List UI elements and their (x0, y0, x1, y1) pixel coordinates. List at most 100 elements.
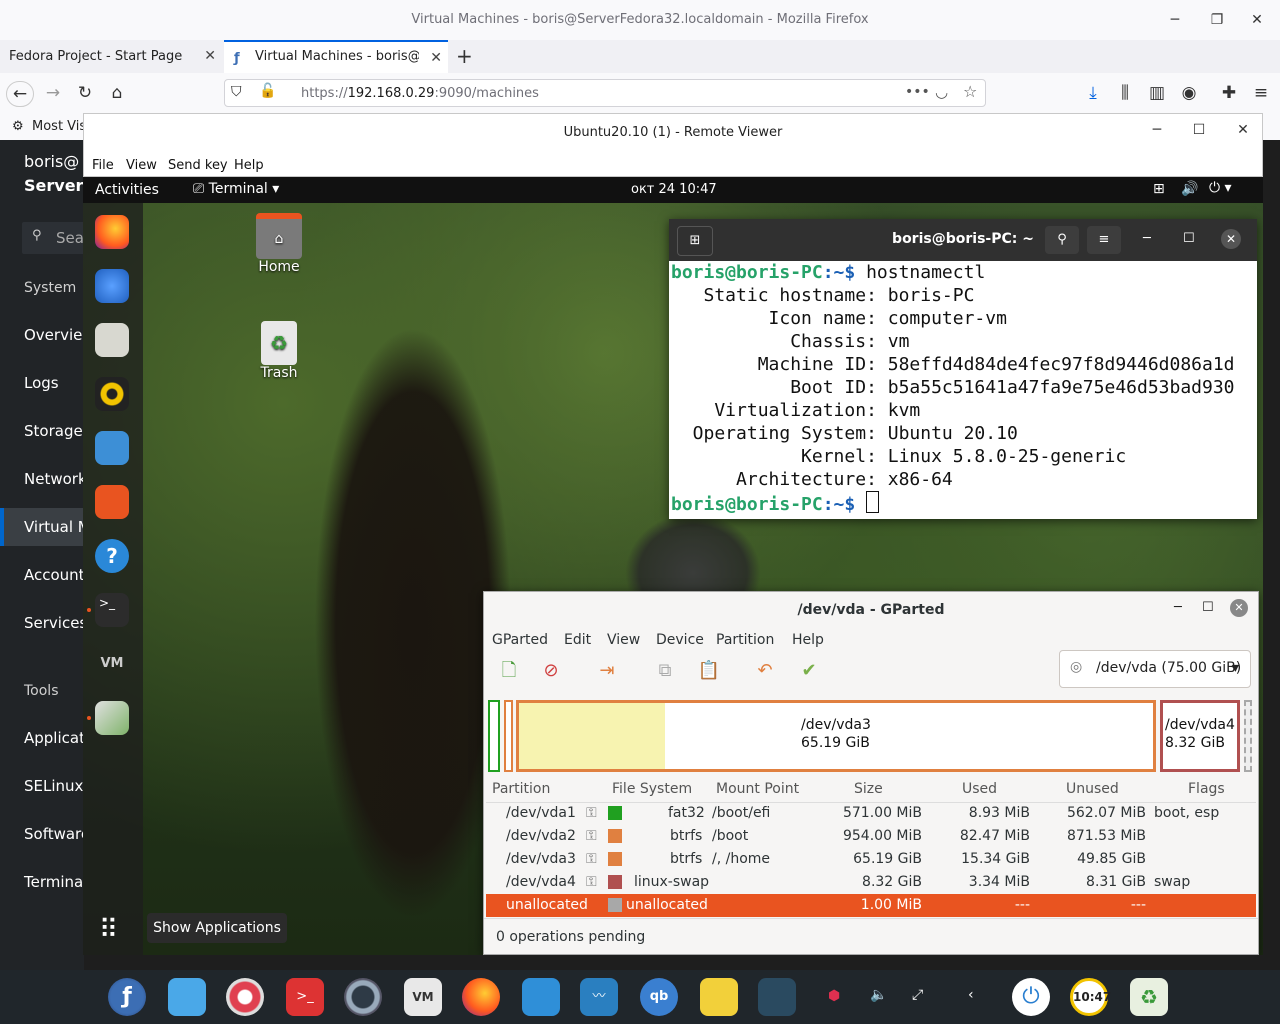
table-row[interactable]: /dev/vda2 ⚿ btrfs /boot 954.00 MiB 82.47… (486, 825, 1256, 848)
downloads-icon[interactable]: ⤓ (1080, 81, 1106, 105)
fedora-menu-icon[interactable]: ƒ (108, 978, 146, 1016)
bookmark-most-visited[interactable]: Most Visi (32, 119, 90, 134)
qbittorrent-icon[interactable]: qb (640, 978, 678, 1016)
activities-button[interactable]: Activities (95, 182, 159, 198)
device-selector[interactable]: ◎ /dev/vda (75.00 GiB) ▾ (1059, 650, 1251, 688)
tray-package-icon[interactable]: ⬢ (828, 988, 840, 1004)
tray-network-icon[interactable]: ⤢ (912, 987, 923, 1003)
nav-networking[interactable]: Network (24, 470, 84, 488)
settings-icon[interactable] (226, 978, 264, 1016)
maximize-icon[interactable]: ☐ (1183, 231, 1195, 246)
new-partition-icon[interactable]: 🗋 (496, 658, 522, 684)
nav-applications[interactable]: Applicat (24, 729, 84, 747)
maximize-icon[interactable]: ❐ (1206, 10, 1228, 30)
bar-unallocated[interactable] (1244, 700, 1252, 772)
menu-help[interactable]: Help (792, 632, 824, 648)
terminal-icon[interactable]: >_ (286, 978, 324, 1016)
vmware-icon[interactable]: VM (404, 978, 442, 1016)
bar-vda1[interactable] (488, 700, 500, 772)
system-monitor-icon[interactable]: 〰 (580, 978, 618, 1016)
nav-logs[interactable]: Logs (24, 374, 59, 392)
pocket-icon[interactable]: ◡ (935, 83, 948, 101)
virt-manager-icon[interactable] (344, 978, 382, 1016)
tab-fedora-start[interactable]: Fedora Project - Start Page ✕ (0, 40, 222, 73)
files-icon[interactable] (95, 323, 129, 357)
libreoffice-writer-icon[interactable] (95, 431, 129, 465)
notes-icon[interactable] (522, 978, 560, 1016)
terminal-app-menu[interactable]: ⎚ Terminal ▾ (193, 181, 279, 197)
firefox-icon[interactable] (95, 215, 129, 249)
nav-software-updates[interactable]: Software (24, 825, 84, 843)
terminal-icon[interactable]: >_ (95, 593, 129, 627)
menu-icon[interactable]: ≡ (1248, 81, 1274, 105)
col-flags[interactable]: Flags (1188, 781, 1225, 797)
minimize-icon[interactable]: ─ (1164, 10, 1186, 30)
desktop-home[interactable]: ⌂ Home (239, 213, 319, 275)
ubuntu-software-icon[interactable] (95, 485, 129, 519)
extensions-icon[interactable]: ✚ (1216, 81, 1242, 105)
apply-icon[interactable]: ✔ (796, 658, 822, 684)
desktop-trash[interactable]: ♻ Trash (239, 321, 319, 381)
nav-terminal[interactable]: Terminal (24, 873, 84, 891)
gparted-icon[interactable] (95, 701, 129, 735)
trash-icon[interactable]: ♻ (1130, 978, 1168, 1016)
close-icon[interactable]: ✕ (1232, 120, 1254, 140)
tray-volume-icon[interactable]: 🔈 (870, 987, 887, 1003)
tab-virtual-machines[interactable]: ƒ Virtual Machines - boris@Ser ✕ (224, 40, 448, 73)
search-icon[interactable]: ⚲ (1045, 226, 1079, 254)
maximize-icon[interactable]: ☐ (1202, 600, 1214, 615)
nav-accounts[interactable]: Account (24, 566, 84, 584)
tab-close-icon[interactable]: ✕ (430, 42, 442, 75)
file-manager-icon[interactable] (168, 978, 206, 1016)
delete-icon[interactable]: ⊘ (538, 658, 564, 684)
power-icon[interactable]: ⏻ ▾ (1209, 180, 1232, 196)
volume-icon[interactable]: 🔊 (1181, 181, 1198, 197)
account-icon[interactable]: ◉ (1176, 81, 1202, 105)
table-row[interactable]: /dev/vda1 ⚿ fat32 /boot/efi 571.00 MiB 8… (486, 802, 1256, 825)
col-used[interactable]: Used (962, 781, 997, 797)
menu-view[interactable]: View (126, 158, 157, 173)
minimize-icon[interactable]: ─ (1146, 120, 1168, 140)
tray-expand-icon[interactable]: ‹ (968, 987, 974, 1003)
power-icon[interactable]: ⏻ (1012, 978, 1050, 1016)
undo-icon[interactable]: ↶ (752, 658, 778, 684)
text-editor-icon[interactable] (700, 978, 738, 1016)
cockpit-host[interactable]: ServerF (24, 176, 84, 195)
back-icon[interactable]: ← (6, 81, 34, 107)
library-icon[interactable]: ⫼ (1112, 81, 1138, 105)
col-partition[interactable]: Partition (492, 781, 550, 797)
paste-icon[interactable]: 📋 (696, 658, 722, 684)
nav-services[interactable]: Services (24, 614, 84, 632)
minimize-icon[interactable]: ─ (1174, 600, 1182, 615)
clock[interactable]: окт 24 10:47 (631, 182, 717, 197)
copy-icon[interactable]: ⧉ (652, 658, 678, 684)
maximize-icon[interactable]: ☐ (1188, 120, 1210, 140)
page-actions-icon[interactable]: ••• (905, 84, 930, 100)
sidebar-icon[interactable]: ▥ (1144, 81, 1170, 105)
menu-edit[interactable]: Edit (564, 632, 591, 648)
menu-help[interactable]: Help (234, 158, 264, 173)
tab-close-icon[interactable]: ✕ (204, 40, 216, 73)
menu-gparted[interactable]: GParted (492, 632, 548, 648)
terminal-output[interactable]: boris@boris-PC:~$ hostnamectl Static hos… (671, 261, 1235, 516)
clock-icon[interactable]: 10:47 (1070, 978, 1111, 1016)
close-icon[interactable]: ✕ (1246, 10, 1268, 30)
reload-icon[interactable]: ↻ (72, 81, 98, 105)
hamburger-menu-icon[interactable]: ≡ (1087, 226, 1121, 254)
remote-viewer-icon[interactable] (758, 978, 796, 1016)
help-icon[interactable]: ? (95, 539, 129, 573)
nav-virtual-machines[interactable]: Virtual M (24, 518, 84, 536)
nav-selinux[interactable]: SELinux (24, 777, 83, 795)
menu-file[interactable]: File (92, 158, 114, 173)
nav-storage[interactable]: Storage (24, 422, 83, 440)
firefox-icon[interactable] (462, 978, 500, 1016)
thunderbird-icon[interactable] (95, 269, 129, 303)
insecure-lock-icon[interactable]: 🔓 (259, 83, 276, 99)
resize-move-icon[interactable]: ⇥ (594, 658, 620, 684)
forward-icon[interactable]: → (40, 81, 66, 105)
bar-vda3[interactable]: /dev/vda3 65.19 GiB (516, 700, 1156, 772)
bar-vda2[interactable] (504, 700, 513, 772)
shield-icon[interactable]: ⛉ (231, 84, 242, 100)
menu-view[interactable]: View (607, 632, 640, 648)
rhythmbox-icon[interactable] (95, 377, 129, 411)
